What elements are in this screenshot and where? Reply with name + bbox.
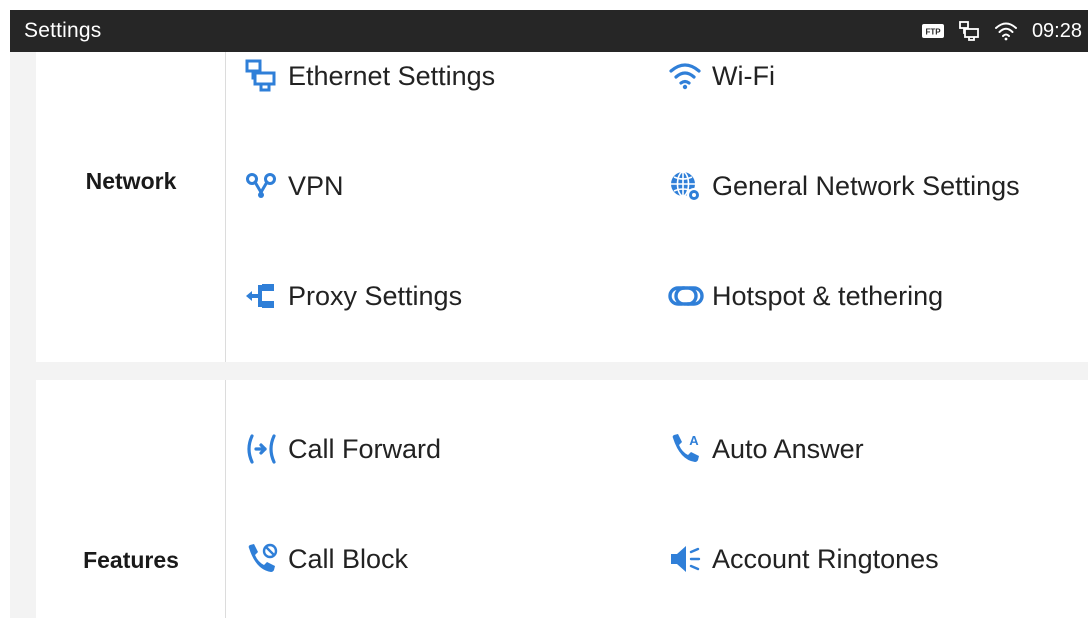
- call-forward-icon: [244, 431, 280, 467]
- item-general-network-settings[interactable]: General Network Settings: [668, 168, 1020, 204]
- item-call-forward[interactable]: Call Forward: [244, 431, 441, 467]
- vpn-icon: [244, 168, 280, 204]
- item-label: Auto Answer: [712, 433, 864, 464]
- item-hotspot-tethering[interactable]: Hotspot & tethering: [668, 278, 943, 314]
- wifi-icon: [994, 21, 1018, 41]
- ethernet-icon: [244, 58, 280, 94]
- item-label: Wi-Fi: [712, 60, 775, 91]
- status-icons: FTP 09:28: [921, 19, 1082, 43]
- item-auto-answer[interactable]: A Auto Answer: [668, 431, 864, 467]
- item-proxy-settings[interactable]: Proxy Settings: [244, 278, 462, 314]
- svg-text:A: A: [689, 433, 699, 448]
- hotspot-icon: [668, 278, 704, 314]
- clock: 09:28: [1031, 19, 1082, 42]
- item-account-ringtones[interactable]: Account Ringtones: [668, 541, 939, 577]
- ethernet-icon: [958, 20, 980, 42]
- globe-gear-icon: [668, 168, 704, 204]
- item-call-block[interactable]: Call Block: [244, 541, 408, 577]
- item-label: Proxy Settings: [288, 280, 463, 311]
- speaker-icon: [668, 541, 704, 577]
- item-label: Call Block: [288, 543, 409, 574]
- item-label: VPN: [288, 170, 344, 201]
- item-label: Account Ringtones: [712, 543, 939, 574]
- svg-text:FTP: FTP: [925, 28, 941, 37]
- item-label: Ethernet Settings: [288, 60, 496, 91]
- item-wifi[interactable]: Wi-Fi: [668, 58, 775, 94]
- network-section: Network Ethernet Settings Wi-Fi VPN Gene…: [36, 52, 1088, 362]
- features-section: Features Call Forward A Auto Answer Call…: [36, 380, 1088, 618]
- auto-answer-icon: A: [668, 431, 704, 467]
- item-ethernet-settings[interactable]: Ethernet Settings: [244, 58, 495, 94]
- status-bar: Settings FTP 09:28: [10, 10, 1088, 52]
- item-vpn[interactable]: VPN: [244, 168, 344, 204]
- item-label: Hotspot & tethering: [712, 280, 944, 311]
- app-title: Settings: [24, 19, 102, 42]
- item-label: Call Forward: [288, 433, 442, 464]
- ftp-icon: FTP: [921, 24, 944, 38]
- proxy-icon: [244, 278, 280, 314]
- item-label: General Network Settings: [712, 170, 1020, 201]
- wifi-icon: [668, 58, 704, 94]
- section-divider: [225, 380, 226, 618]
- call-block-icon: [244, 541, 280, 577]
- section-label-features: Features: [83, 547, 179, 573]
- settings-content: Network Ethernet Settings Wi-Fi VPN Gene…: [10, 52, 1088, 618]
- section-label-network: Network: [85, 168, 177, 194]
- section-divider: [225, 52, 226, 362]
